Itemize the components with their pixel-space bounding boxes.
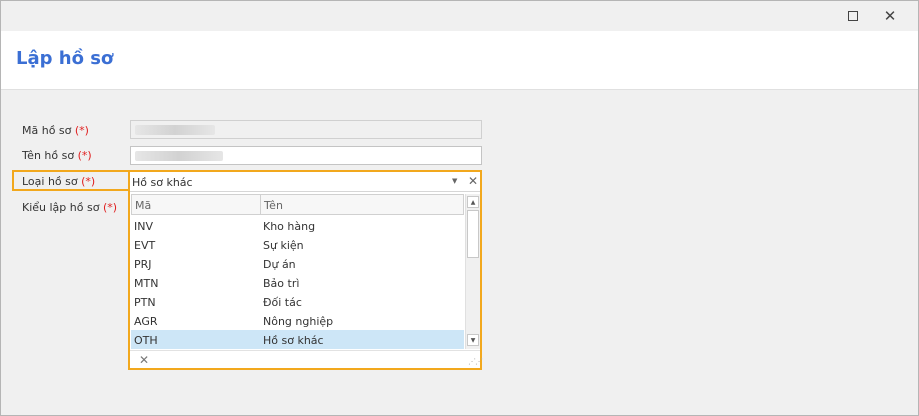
- list-item[interactable]: MTN Bảo trì: [131, 273, 464, 292]
- list-item[interactable]: INV Kho hàng: [131, 216, 464, 235]
- required-mark: (*): [74, 124, 89, 137]
- scroll-down-icon[interactable]: ▼: [467, 334, 479, 346]
- row-name: Đối tác: [263, 296, 302, 309]
- ten-ho-so-field[interactable]: [130, 146, 482, 165]
- dialog-header: Lập hồ sơ: [1, 31, 918, 90]
- row-name: Sự kiện: [263, 239, 304, 252]
- clear-icon[interactable]: ✕: [468, 174, 478, 188]
- dropdown-grid: Mã Tên INV Kho hàng EVT Sự kiện PRJ Dự án MTN B…: [131, 194, 464, 349]
- ten-ho-so-label: Tên hồ sơ (*): [22, 149, 92, 162]
- list-item[interactable]: EVT Sự kiện: [131, 235, 464, 254]
- close-icon: ✕: [883, 6, 897, 25]
- loai-ho-so-label-text: Loại hồ sơ: [22, 175, 78, 188]
- row-code: PTN: [134, 296, 156, 309]
- row-code: INV: [134, 220, 153, 233]
- row-code: AGR: [134, 315, 158, 328]
- page-title: Lập hồ sơ: [16, 48, 114, 69]
- vertical-scrollbar[interactable]: ▲ ▼: [465, 194, 480, 349]
- loai-ho-so-combo[interactable]: Hồ sơ khác ▼ ✕ Mã Tên INV Kho hàng EVT Sự k…: [128, 170, 483, 370]
- ma-ho-so-label: Mã hồ sơ (*): [22, 124, 89, 137]
- grid-header: Mã Tên: [131, 194, 464, 215]
- kieu-lap-ho-so-label-text: Kiểu lập hồ sơ: [22, 201, 100, 214]
- list-item[interactable]: PTN Đối tác: [131, 292, 464, 311]
- combo-value: Hồ sơ khác: [132, 176, 193, 189]
- column-header-ma[interactable]: Mã: [135, 199, 151, 212]
- ten-ho-so-label-text: Tên hồ sơ: [22, 149, 75, 162]
- row-code: EVT: [134, 239, 156, 252]
- title-bar: ✕: [1, 1, 918, 31]
- ma-ho-so-field[interactable]: [130, 120, 482, 139]
- list-item[interactable]: AGR Nông nghiệp: [131, 311, 464, 330]
- row-name: Kho hàng: [263, 220, 316, 233]
- column-divider: [260, 195, 261, 214]
- maximize-button[interactable]: [838, 4, 868, 28]
- row-name: Hồ sơ khác: [263, 334, 324, 347]
- required-mark: (*): [81, 175, 96, 188]
- redacted-value: [135, 151, 223, 161]
- kieu-lap-ho-so-label: Kiểu lập hồ sơ (*): [22, 201, 117, 214]
- close-button[interactable]: ✕: [875, 4, 905, 28]
- row-code: PRJ: [134, 258, 152, 271]
- loai-ho-so-combo-edit[interactable]: Hồ sơ khác ▼ ✕: [130, 172, 480, 192]
- scroll-thumb[interactable]: [467, 210, 479, 258]
- row-name: Nông nghiệp: [263, 315, 334, 328]
- column-header-ten[interactable]: Tên: [264, 199, 283, 212]
- resize-grip-icon[interactable]: ⋰⋰: [468, 357, 483, 366]
- required-mark: (*): [102, 201, 118, 214]
- dropdown-arrow-icon[interactable]: ▼: [452, 177, 457, 185]
- row-name: Bảo trì: [263, 277, 300, 290]
- row-code: MTN: [134, 277, 159, 290]
- list-item[interactable]: OTH Hồ sơ khác: [131, 330, 464, 349]
- loai-ho-so-label: Loại hồ sơ (*): [22, 175, 95, 188]
- dropdown-footer: ✕ ⋰⋰: [130, 350, 483, 368]
- required-mark: (*): [77, 149, 92, 162]
- list-item[interactable]: PRJ Dự án: [131, 254, 464, 273]
- row-code: OTH: [134, 334, 158, 347]
- dialog-window: ✕ Lập hồ sơ Mã hồ sơ (*) Tên hồ sơ (*) L…: [0, 0, 919, 416]
- row-name: Dự án: [263, 258, 296, 271]
- scroll-up-icon[interactable]: ▲: [467, 196, 479, 208]
- ma-ho-so-label-text: Mã hồ sơ: [22, 124, 72, 137]
- redacted-value: [135, 125, 215, 135]
- maximize-icon: [848, 11, 858, 21]
- clear-selection-icon[interactable]: ✕: [139, 353, 149, 367]
